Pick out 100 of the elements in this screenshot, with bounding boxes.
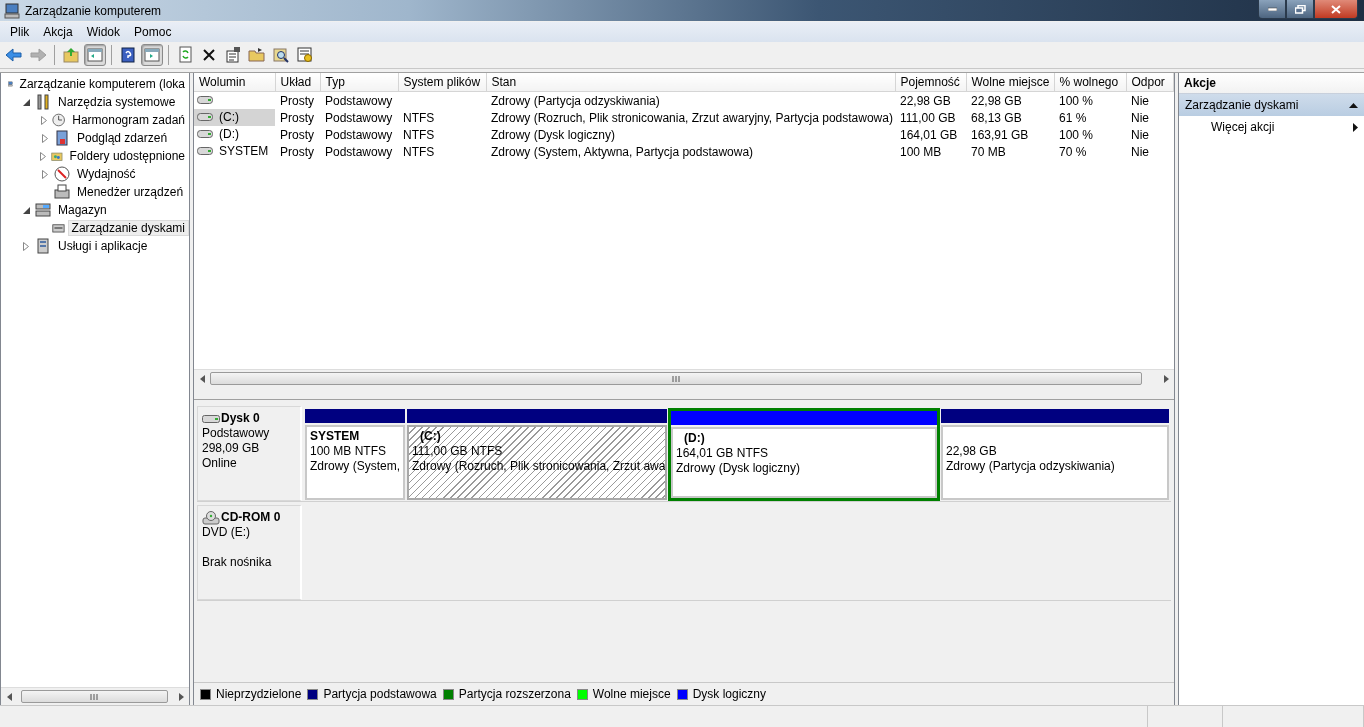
legend-label: Partycja podstawowa [323, 687, 437, 701]
scroll-left-icon[interactable] [199, 374, 205, 383]
table-cell: Podstawowy [325, 110, 393, 125]
disk-label-panel[interactable]: CD-ROM 0 DVD (E:) Brak nośnika [197, 505, 302, 600]
tree-item[interactable]: Magazyn [54, 202, 111, 218]
optical-drive-icon [202, 510, 220, 525]
close-button[interactable] [1314, 0, 1358, 19]
column-header[interactable]: Pojemność [895, 73, 966, 92]
table-cell: 164,01 GB [900, 127, 958, 142]
table-cell: 22,98 GB [900, 93, 951, 108]
partition-size: 22,98 GB [946, 444, 998, 459]
disk-status: Brak nośnika [202, 555, 273, 570]
column-header[interactable]: Wolumin [194, 73, 275, 92]
minimize-button[interactable] [1258, 0, 1286, 19]
horizontal-scrollbar[interactable] [1, 687, 189, 705]
partition-block[interactable]: 22,98 GB Zdrowy (Partycja odzyskiwania) [940, 408, 1170, 501]
menu-item[interactable]: Plik [4, 23, 36, 41]
disk-name: CD-ROM 0 [221, 510, 281, 525]
collapse-triangle-icon[interactable] [22, 98, 30, 106]
column-header[interactable]: % wolnego [1054, 73, 1126, 92]
partition-block[interactable]: (D:) 164,01 GB NTFS Zdrowy (Dysk logiczny) [668, 408, 940, 501]
partition-name: (C:) [419, 429, 442, 444]
table-cell: Prosty [280, 127, 314, 142]
tree-item[interactable]: Foldery udostępnione [65, 148, 189, 164]
collapse-triangle-icon[interactable] [22, 206, 30, 214]
column-header[interactable]: Odpor [1126, 73, 1173, 92]
table-cell: Nie [1131, 127, 1149, 142]
actions-section-header[interactable]: Zarządzanie dyskami [1179, 94, 1364, 116]
table-cell[interactable]: (D:) [216, 127, 242, 141]
disk-capacity: 298,09 GB [202, 441, 261, 456]
section-title: Zarządzanie dyskami [1185, 98, 1299, 112]
close-icon [1331, 4, 1341, 14]
tree-item[interactable]: Wydajność [73, 166, 140, 182]
column-header[interactable]: System plików [398, 73, 486, 92]
table-cell[interactable]: SYSTEM [216, 144, 272, 158]
partition-block[interactable]: SYSTEM 100 MB NTFS Zdrowy (System, [304, 408, 406, 501]
table-cell: Nie [1131, 93, 1149, 108]
partition-status: Zdrowy (System, [310, 459, 400, 474]
scroll-right-icon[interactable] [1163, 374, 1169, 383]
tree-item[interactable]: Zarządzanie komputerem (loka [15, 76, 189, 92]
restore-icon [1294, 4, 1306, 14]
drive-icon [197, 129, 213, 139]
grip-icon [671, 375, 680, 382]
menu-item[interactable]: Pomoc [128, 23, 178, 41]
column-header[interactable]: Typ [320, 73, 398, 92]
expand-triangle-icon[interactable] [41, 115, 47, 125]
search-icon [272, 46, 290, 64]
tree-item[interactable]: Usługi i aplikacje [54, 238, 152, 254]
menu-item[interactable]: Akcja [37, 23, 79, 41]
tree-item[interactable]: Menedżer urządzeń [73, 184, 188, 200]
table-cell: 100 MB [900, 144, 942, 159]
table-cell: 100 % [1059, 93, 1094, 108]
partition-name: SYSTEM [310, 429, 361, 444]
log-book-icon [54, 130, 70, 146]
disk-type: DVD (E:) [202, 525, 251, 540]
table-cell: Prosty [280, 144, 314, 159]
table-cell: Prosty [280, 93, 314, 108]
properties-icon [224, 46, 242, 64]
expand-triangle-icon[interactable] [23, 241, 29, 251]
action-item[interactable]: Więcej akcji [1179, 116, 1364, 138]
disk-label-panel[interactable]: Dysk 0 Podstawowy 298,09 GB Online [197, 406, 302, 501]
scroll-left-icon[interactable] [6, 692, 12, 701]
horizontal-scrollbar[interactable] [194, 369, 1174, 387]
tree-item[interactable]: Zarządzanie dyskami [67, 220, 189, 236]
partition-name: (D:) [683, 431, 706, 446]
tools-icon [35, 94, 51, 110]
column-header[interactable]: Układ [275, 73, 320, 92]
table-cell: 163,91 GB [971, 127, 1029, 142]
restore-button[interactable] [1286, 0, 1314, 19]
expand-triangle-icon[interactable] [42, 133, 48, 143]
open-folder-icon [248, 46, 266, 64]
expand-triangle-icon[interactable] [40, 151, 47, 161]
table-cell: Zdrowy (Rozruch, Plik stronicowania, Zrzut awaryjny, Partycja podstawowa) [491, 110, 893, 125]
column-header[interactable]: Wolne miejsce [966, 73, 1054, 92]
server-icon [35, 238, 51, 254]
tree-item[interactable]: Harmonogram zadań [68, 112, 189, 128]
tree-item[interactable]: Narzędzia systemowe [54, 94, 180, 110]
table-cell: NTFS [403, 110, 435, 125]
menu-item[interactable]: Widok [80, 23, 127, 41]
column-header[interactable]: Stan [486, 73, 895, 92]
back-arrow-icon [5, 46, 23, 64]
legend-label: Partycja rozszerzona [458, 687, 571, 701]
disk-name: Dysk 0 [221, 411, 260, 426]
table-cell: 70 % [1059, 144, 1087, 159]
legend-label: Dysk logiczny [692, 687, 766, 701]
expand-triangle-icon[interactable] [42, 169, 48, 179]
legend-label: Wolne miejsce [592, 687, 671, 701]
legend-label: Nieprzydzielone [216, 687, 302, 701]
table-cell: 111,00 GB [900, 110, 956, 125]
scroll-right-icon[interactable] [178, 692, 184, 701]
disk-status: Online [202, 456, 238, 471]
table-cell: Zdrowy (System, Aktywna, Partycja podstawowa) [491, 144, 754, 159]
table-cell: Nie [1131, 110, 1149, 125]
table-cell: 22,98 GB [971, 93, 1022, 108]
table-cell: NTFS [403, 144, 435, 159]
partition-block[interactable]: (C:) 111,00 GB NTFS Zdrowy (Rozruch, Plik stronicowania, Zrzut awa [406, 408, 668, 501]
table-cell: Podstawowy [325, 127, 393, 142]
submenu-arrow-icon [1353, 122, 1358, 132]
tree-item[interactable]: Podgląd zdarzeń [73, 130, 172, 146]
collapse-triangle-icon[interactable] [1349, 102, 1358, 108]
